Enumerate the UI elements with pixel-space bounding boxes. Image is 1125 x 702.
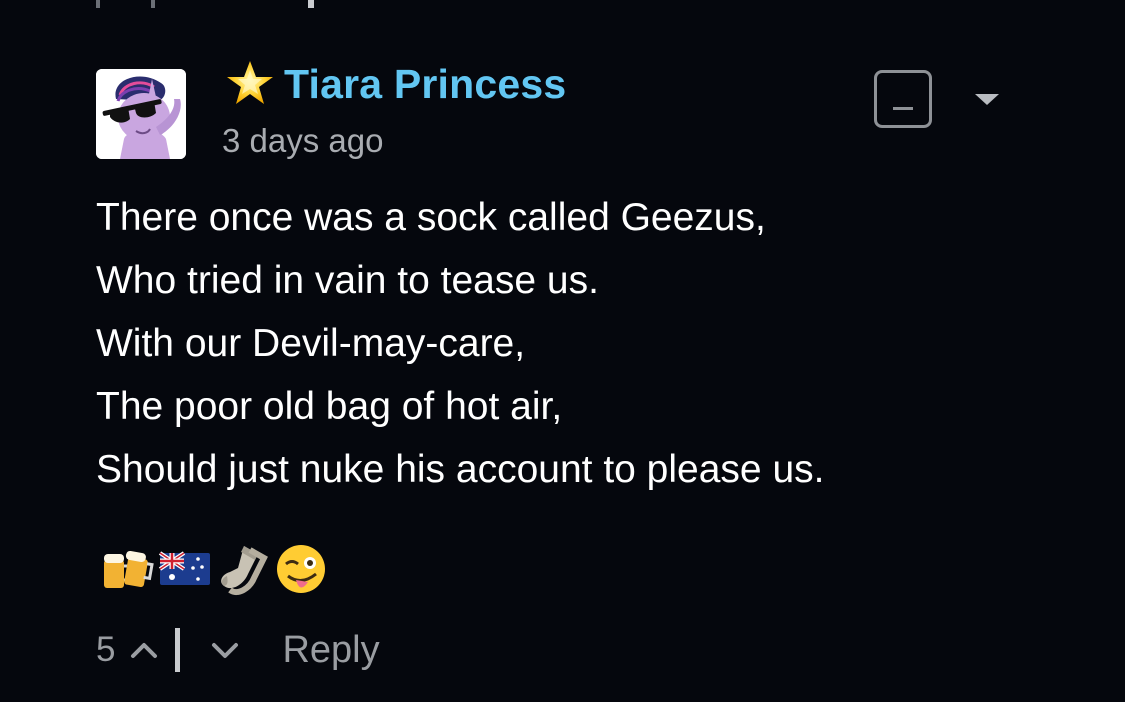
timestamp[interactable]: 3 days ago	[222, 121, 383, 161]
vote-count: 5	[96, 630, 116, 669]
previous-comment-actions-remnant	[96, 0, 596, 8]
pony-with-sunglasses-icon	[96, 69, 186, 159]
minus-icon	[893, 107, 913, 110]
downvote-button[interactable]	[208, 622, 242, 678]
chevron-down-icon	[212, 643, 239, 658]
avatar[interactable]	[96, 69, 186, 159]
vote-divider	[175, 628, 181, 672]
comment-line: There once was a sock called Geezus,	[96, 196, 766, 239]
australia-flag-icon	[158, 551, 210, 585]
comment-actions: 5 Reply	[96, 622, 380, 678]
upvote-button[interactable]	[127, 622, 161, 678]
comment-line: Should just nuke his account to please u…	[96, 448, 825, 491]
sock-icon	[221, 546, 268, 596]
author-name[interactable]: Tiara Princess	[284, 60, 566, 108]
comment-line: Who tried in vain to tease us.	[96, 259, 599, 302]
comment-line: The poor old bag of hot air,	[96, 385, 563, 428]
comment-view: Tiara Princess 3 days ago There once was…	[0, 0, 1125, 702]
winking-tongue-face-icon	[277, 545, 325, 593]
chevron-up-icon	[131, 643, 158, 658]
beer-mugs-icon	[104, 550, 154, 588]
comment-line: With our Devil-may-care,	[96, 322, 526, 365]
star-icon	[224, 58, 276, 110]
chevron-down-icon[interactable]	[975, 94, 999, 105]
emoji-row	[98, 540, 330, 598]
comment-body: There once was a sock called Geezus, Who…	[96, 186, 1056, 501]
collapse-button[interactable]	[874, 70, 932, 128]
reply-button[interactable]: Reply	[282, 622, 379, 678]
